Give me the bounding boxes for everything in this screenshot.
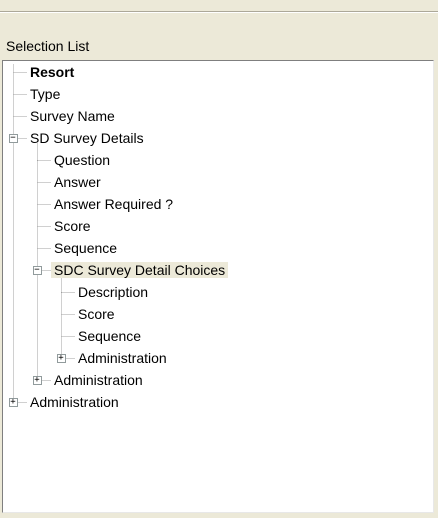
tree-node-label: Sequence xyxy=(54,240,118,256)
tree-node[interactable]: Score xyxy=(75,303,118,325)
tree-node[interactable]: Answer Required ? xyxy=(51,193,176,215)
tree-node[interactable]: Administration xyxy=(51,369,146,391)
tree-node-label: Score xyxy=(54,218,91,234)
tree-node-label: Answer xyxy=(54,174,101,190)
tree-node[interactable]: SDC Survey Detail Choices xyxy=(51,259,229,281)
expand-toggle-icon[interactable]: + xyxy=(56,353,66,363)
tree-node-label: Administration xyxy=(54,372,143,388)
tree-node[interactable]: Sequence xyxy=(75,325,144,347)
collapse-toggle-icon[interactable]: − xyxy=(32,265,42,275)
tree-node-label: Description xyxy=(78,284,149,300)
tree-node[interactable]: Resort xyxy=(27,61,77,83)
expand-toggle-icon[interactable]: + xyxy=(8,397,18,407)
expand-toggle-icon[interactable]: + xyxy=(32,375,42,385)
selection-tree[interactable]: Resort Type Survey Name SD Survey Details − Q… xyxy=(2,60,434,513)
panel-title: Selection List xyxy=(6,38,90,54)
tree-node[interactable]: Score xyxy=(51,215,94,237)
tree-node-label: Answer Required ? xyxy=(54,196,174,212)
tree-node-label: Administration xyxy=(78,350,167,366)
tree-node-label: SD Survey Details xyxy=(30,130,144,146)
tree-node[interactable]: Question xyxy=(51,149,113,171)
tree-node-label: Type xyxy=(30,86,61,102)
tree-node[interactable]: Administration xyxy=(75,347,170,369)
tree-node-label: Score xyxy=(78,306,115,322)
tree-node[interactable]: Answer xyxy=(51,171,104,193)
tree-node-label: SDC Survey Detail Choices xyxy=(51,262,229,278)
tree-node[interactable]: Description xyxy=(75,281,151,303)
tree-node[interactable]: Type xyxy=(27,83,63,105)
tree-node-label: Administration xyxy=(30,394,119,410)
tree-node-label: Sequence xyxy=(78,328,142,344)
tree-node-label: Question xyxy=(54,152,111,168)
tree-node[interactable]: Survey Name xyxy=(27,105,118,127)
top-divider-highlight xyxy=(0,12,438,13)
tree-node-label: Resort xyxy=(30,64,75,80)
tree-node[interactable]: Administration xyxy=(27,391,122,413)
collapse-toggle-icon[interactable]: − xyxy=(8,133,18,143)
tree-node-label: Survey Name xyxy=(30,108,115,124)
tree-node[interactable]: Sequence xyxy=(51,237,120,259)
tree-node[interactable]: SD Survey Details xyxy=(27,127,147,149)
